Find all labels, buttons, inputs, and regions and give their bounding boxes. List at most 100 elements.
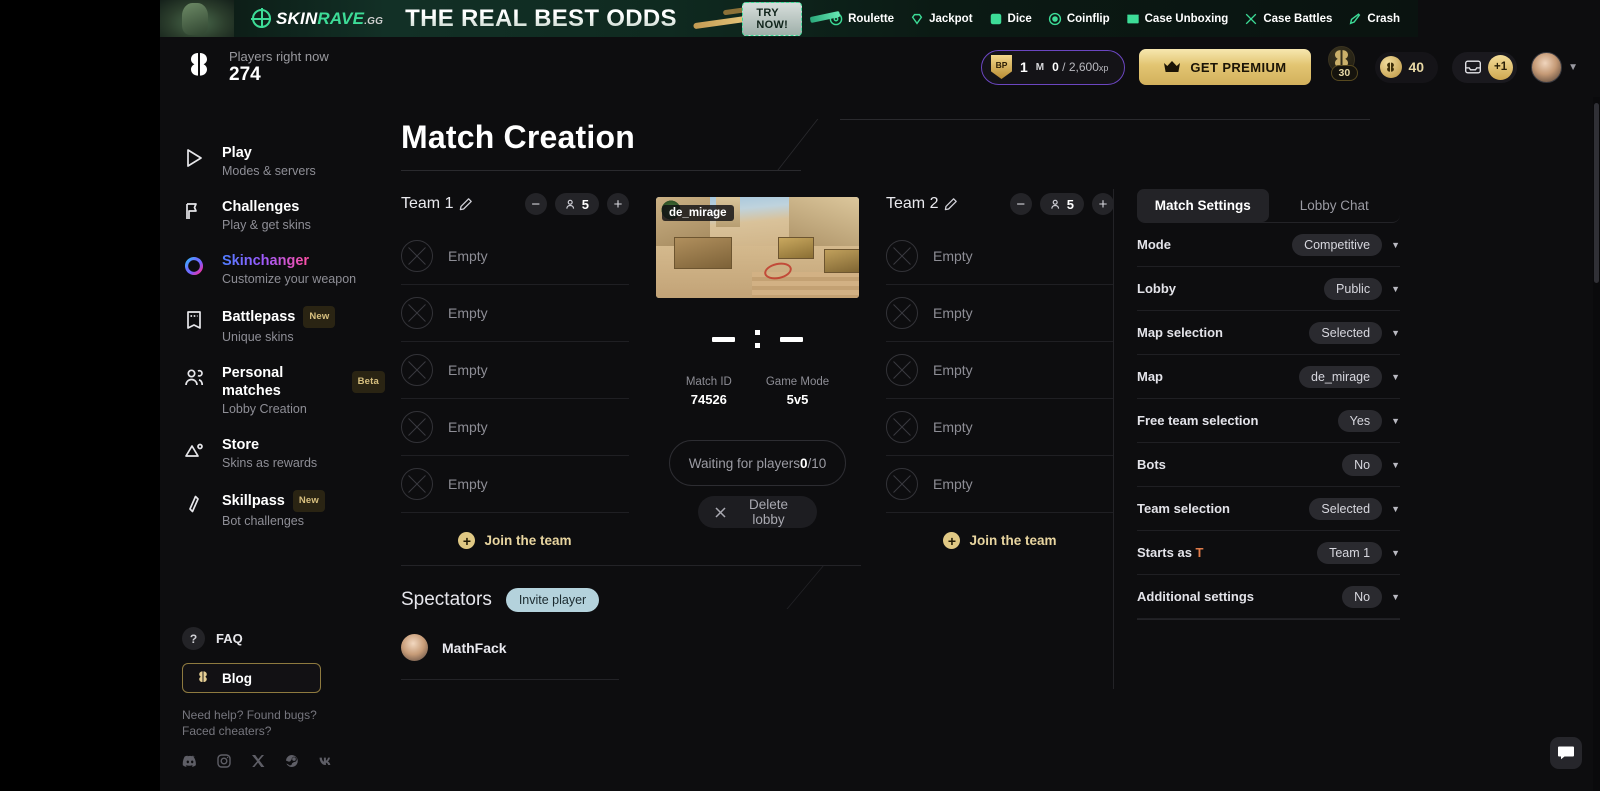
team-1-slot[interactable]: Empty <box>401 285 629 342</box>
chat-bubble-icon <box>1557 745 1575 761</box>
discord-icon[interactable] <box>182 753 198 769</box>
team-1-join-button[interactable]: + Join the team <box>458 532 572 549</box>
setting-row-starts-as-t[interactable]: Starts as T Team 1 ▼ <box>1137 531 1400 575</box>
sidebar-item-store[interactable]: Store Skins as rewards <box>182 427 385 481</box>
pencil-icon[interactable] <box>459 197 473 211</box>
steam-icon[interactable] <box>284 753 300 769</box>
team-1-size[interactable]: 5 <box>554 193 599 215</box>
team-2-size[interactable]: 5 <box>1039 193 1084 215</box>
chevron-down-icon[interactable]: ▼ <box>1391 460 1400 470</box>
team-2-join-button[interactable]: + Join the team <box>943 532 1057 549</box>
team-2-decrease-button[interactable]: − <box>1009 193 1032 215</box>
team-2-increase-button[interactable]: + <box>1092 193 1114 215</box>
setting-value[interactable]: Selected <box>1309 497 1383 520</box>
scrollbar-thumb[interactable] <box>1594 103 1599 283</box>
spectator-list-item[interactable]: MathFack <box>401 634 619 680</box>
team-1-decrease-button[interactable]: − <box>524 193 547 215</box>
x-twitter-icon[interactable] <box>250 753 266 769</box>
sidebar-item-play[interactable]: Play Modes & servers <box>182 135 385 189</box>
setting-value[interactable]: de_mirage <box>1299 365 1383 388</box>
battlepass-progress[interactable]: BP 1M 0 / 2,600xp <box>980 49 1126 85</box>
sidebar-item-subtitle: Skins as rewards <box>222 456 318 470</box>
coin-stack[interactable]: 30 <box>1325 46 1361 88</box>
setting-row-team-selection[interactable]: Team selection Selected ▼ <box>1137 487 1400 531</box>
team-2-slot[interactable]: Empty <box>886 456 1114 513</box>
setting-value[interactable]: Competitive <box>1292 233 1383 256</box>
team-1-increase-button[interactable]: + <box>607 193 629 215</box>
chevron-down-icon[interactable]: ▼ <box>1391 504 1400 514</box>
banner-link-case-battles[interactable]: Case Battles <box>1236 12 1340 26</box>
banner-link-case-unboxing[interactable]: Case Unboxing <box>1118 12 1237 26</box>
banner-brand-accent: RAVE <box>317 8 365 28</box>
get-premium-button[interactable]: GET PREMIUM <box>1139 49 1311 85</box>
chevron-down-icon[interactable]: ▼ <box>1391 372 1400 382</box>
page-scrollbar[interactable] <box>1593 97 1600 791</box>
setting-value[interactable]: Team 1 <box>1317 541 1383 564</box>
setting-row-free-team-selection[interactable]: Free team selection Yes ▼ <box>1137 399 1400 443</box>
pencil-icon[interactable] <box>944 197 958 211</box>
promo-banner[interactable]: SKINRAVE.GG THE REAL BEST ODDS TRY NOW! … <box>160 0 1418 37</box>
map-preview[interactable]: de_mirage <box>656 197 859 298</box>
chevron-down-icon[interactable]: ▼ <box>1391 328 1400 338</box>
setting-value[interactable]: No <box>1342 585 1383 608</box>
store-icon <box>182 438 206 462</box>
spectators-section: Spectators Invite player MathFack <box>401 565 870 680</box>
banner-link-label: Coinflip <box>1066 12 1110 25</box>
battlepass-xp: 0 / 2,600xp <box>1052 60 1108 74</box>
banner-link-dice[interactable]: Dice <box>981 12 1040 26</box>
waiting-for-players-button[interactable]: Waiting for players 0/10 <box>669 440 846 486</box>
chat-widget-button[interactable] <box>1550 737 1582 769</box>
setting-row-map-selection[interactable]: Map selection Selected ▼ <box>1137 311 1400 355</box>
sidebar-item-personal-matches[interactable]: Personal matches Beta Lobby Creation <box>182 355 385 427</box>
sidebar-item-challenges[interactable]: Challenges Play & get skins <box>182 189 385 243</box>
match-id-value: 74526 <box>690 392 727 407</box>
vk-icon[interactable] <box>318 753 334 769</box>
tab-lobby-chat[interactable]: Lobby Chat <box>1269 189 1401 222</box>
inbox-button[interactable]: +1 <box>1452 51 1518 83</box>
setting-row-lobby[interactable]: Lobby Public ▼ <box>1137 267 1400 311</box>
tab-match-settings[interactable]: Match Settings <box>1137 189 1269 222</box>
instagram-icon[interactable] <box>216 753 232 769</box>
setting-row-additional-settings[interactable]: Additional settings No ▼ <box>1137 575 1400 619</box>
battlepass-level-suffix: M <box>1035 61 1045 73</box>
sidebar-item-skillpass[interactable]: Skillpass New Bot challenges <box>182 481 385 539</box>
setting-value[interactable]: Selected <box>1309 321 1383 344</box>
try-now-button[interactable]: TRY NOW! <box>742 1 803 36</box>
setting-value[interactable]: Public <box>1324 277 1383 300</box>
chevron-down-icon[interactable]: ▼ <box>1391 548 1400 558</box>
setting-row-mode[interactable]: Mode Competitive ▼ <box>1137 223 1400 267</box>
map-name-chip: de_mirage <box>662 205 734 221</box>
delete-lobby-button[interactable]: Delete lobby <box>698 496 817 528</box>
battlepass-xp-current: 0 <box>1052 60 1059 74</box>
setting-value[interactable]: No <box>1342 453 1383 476</box>
chevron-down-icon[interactable]: ▼ <box>1391 240 1400 250</box>
chevron-down-icon[interactable]: ▼ <box>1391 592 1400 602</box>
team-1-slot[interactable]: Empty <box>401 228 629 285</box>
team-2-slot[interactable]: Empty <box>886 399 1114 456</box>
team-1-slot[interactable]: Empty <box>401 399 629 456</box>
chevron-down-icon[interactable]: ▼ <box>1391 416 1400 426</box>
brand-block[interactable]: Players right now 274 <box>182 49 329 86</box>
team-2-slot[interactable]: Empty <box>886 228 1114 285</box>
invite-player-button[interactable]: Invite player <box>505 588 600 612</box>
user-menu[interactable]: ▼ <box>1531 51 1578 83</box>
get-premium-label: GET PREMIUM <box>1190 59 1287 75</box>
users-icon <box>182 366 206 390</box>
setting-row-map[interactable]: Map de_mirage ▼ <box>1137 355 1400 399</box>
team-2-slot[interactable]: Empty <box>886 342 1114 399</box>
blog-button[interactable]: Blog <box>182 663 321 693</box>
banner-link-jackpot[interactable]: Jackpot <box>902 12 980 26</box>
setting-value[interactable]: Yes <box>1337 409 1383 432</box>
chevron-down-icon[interactable]: ▼ <box>1391 284 1400 294</box>
banner-link-crash[interactable]: Crash <box>1340 12 1408 26</box>
setting-row-bots[interactable]: Bots No ▼ <box>1137 443 1400 487</box>
team-2-slot[interactable]: Empty <box>886 285 1114 342</box>
banner-link-coinflip[interactable]: Coinflip <box>1040 12 1118 26</box>
team-1-slot[interactable]: Empty <box>401 456 629 513</box>
sidebar-item-skinchanger[interactable]: Skinchanger Customize your weapon <box>182 243 385 297</box>
help-line-2: Faced cheaters? <box>182 724 272 738</box>
faq-link[interactable]: ? FAQ <box>182 627 372 650</box>
coin-balance[interactable]: 40 <box>1374 51 1439 83</box>
team-1-slot[interactable]: Empty <box>401 342 629 399</box>
sidebar-item-battlepass[interactable]: Battlepass New Unique skins <box>182 297 385 355</box>
